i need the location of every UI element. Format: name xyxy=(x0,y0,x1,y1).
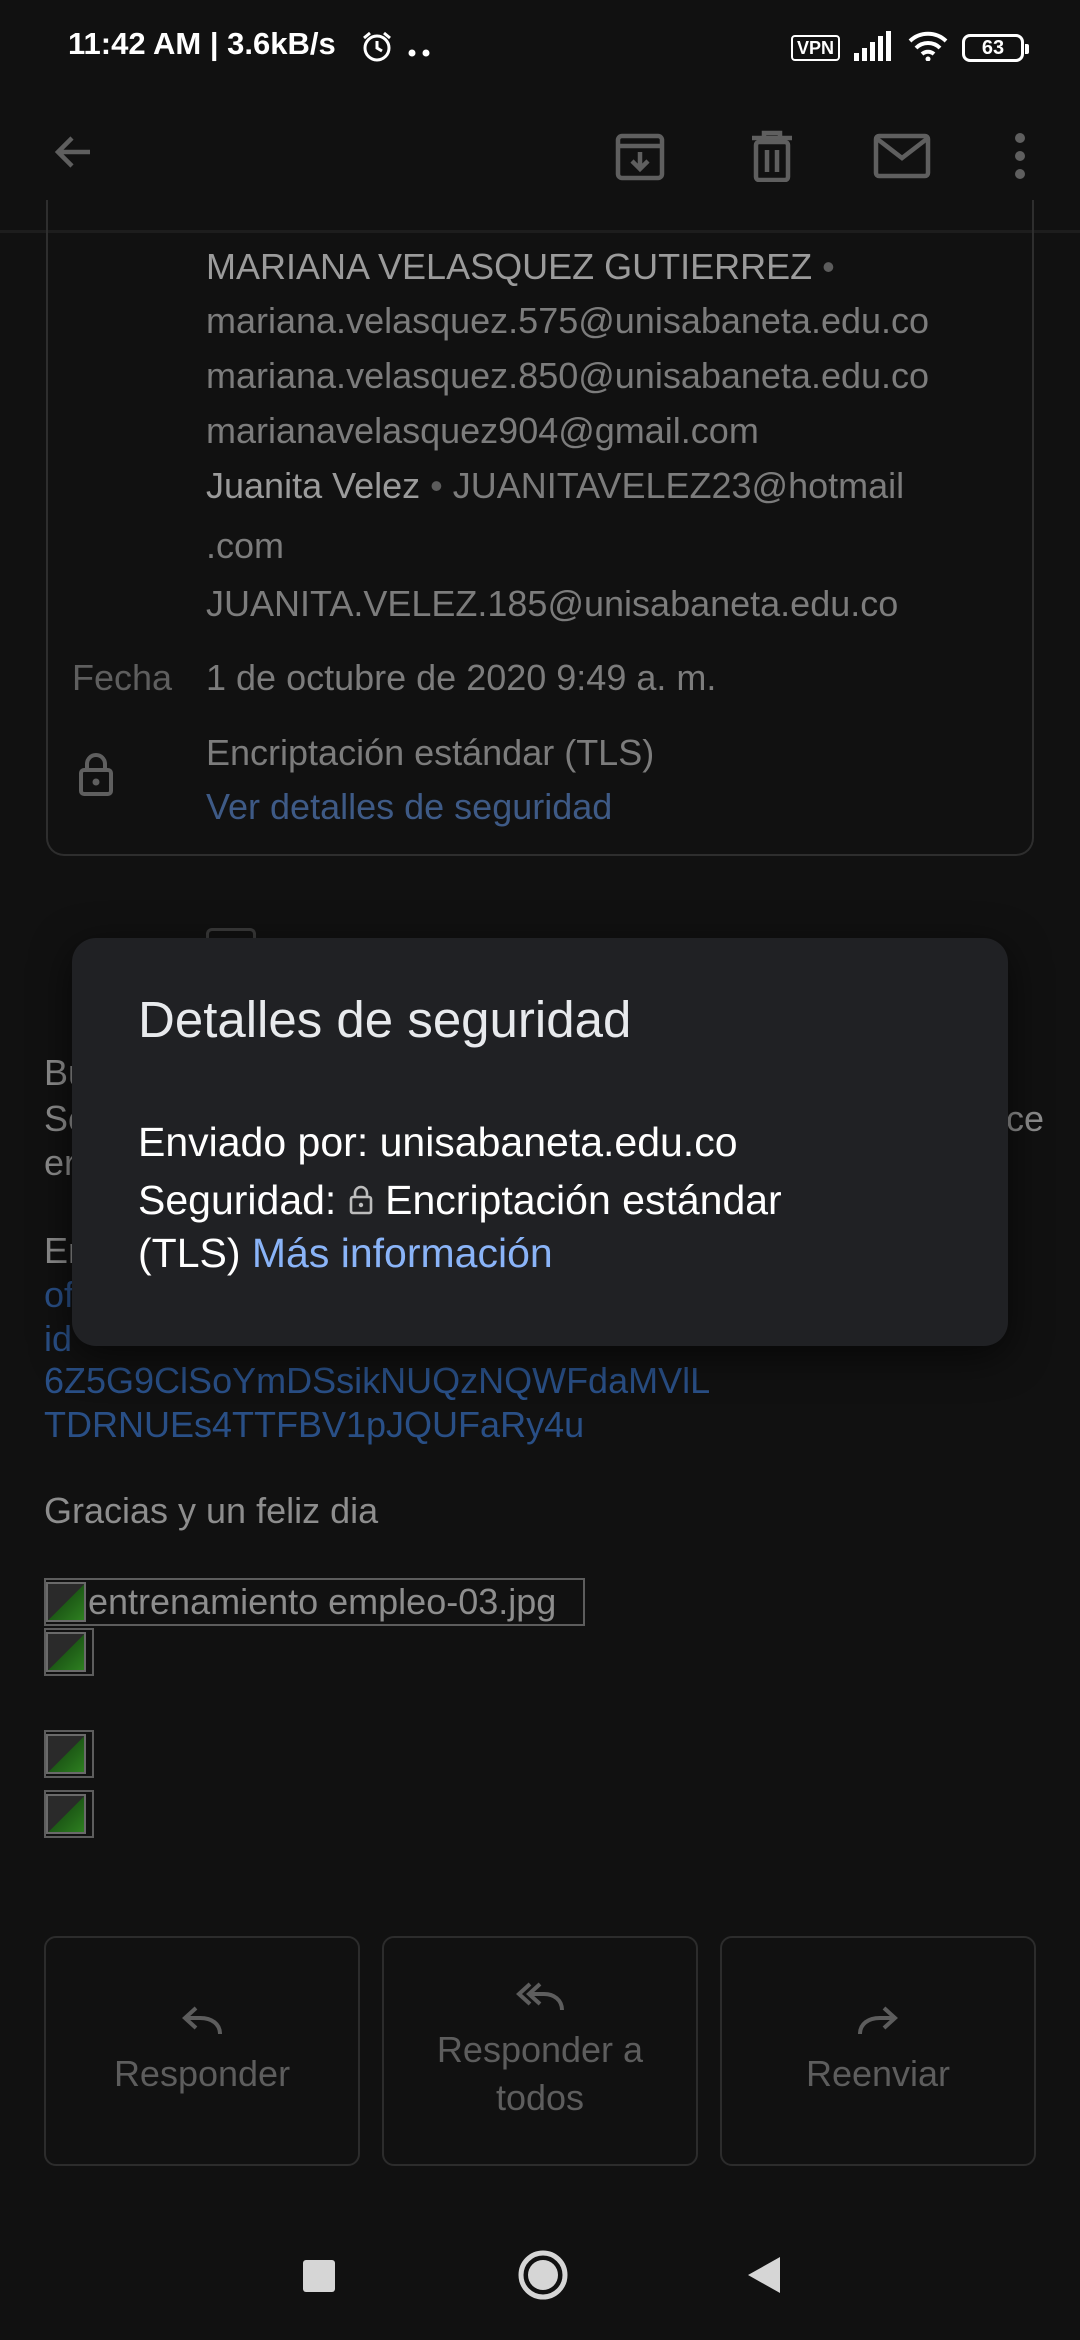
forward-icon xyxy=(858,2006,898,2035)
trash-icon xyxy=(752,130,792,182)
notification-dots-icon xyxy=(408,44,434,62)
encryption-label: Encriptación estándar (TLS) xyxy=(206,732,655,773)
delete-button[interactable] xyxy=(740,124,804,188)
more-options-button[interactable] xyxy=(1000,124,1040,188)
security-label: Seguridad: xyxy=(138,1177,337,1223)
inline-image[interactable] xyxy=(44,1730,94,1778)
security-details-dialog: Detalles de seguridad Enviado por: unisa… xyxy=(72,938,1008,1346)
date-label: Fecha xyxy=(72,657,173,698)
signal-icon xyxy=(854,30,894,66)
home-circle-icon xyxy=(518,2250,568,2300)
recents-button[interactable] xyxy=(303,2260,335,2292)
home-button[interactable] xyxy=(516,2248,570,2307)
body-text-fragment: ce xyxy=(1006,1098,1045,1139)
broken-image-icon xyxy=(46,1794,86,1834)
recipient-name: Juanita Velez xyxy=(206,465,421,506)
mail-icon xyxy=(873,133,931,179)
broken-image-icon xyxy=(46,1734,86,1774)
back-nav-button[interactable] xyxy=(744,2254,784,2301)
triangle-back-icon xyxy=(748,2257,780,2293)
form-link[interactable]: TDRNUEs4TTFBV1pJQUFaRy4u xyxy=(44,1404,584,1446)
form-link[interactable]: id xyxy=(44,1318,72,1360)
security-row-continued: (TLS) Más información xyxy=(138,1230,553,1277)
broken-image-icon xyxy=(46,1582,86,1622)
recipient-row: MARIANA VELASQUEZ GUTIERREZ • xyxy=(206,246,835,287)
back-button[interactable] xyxy=(44,122,104,182)
image-alt-text: entrenamiento empleo-03.jpg xyxy=(88,1581,557,1622)
dialog-title: Detalles de seguridad xyxy=(138,991,632,1048)
reply-all-icon xyxy=(516,1982,564,2011)
reply-button[interactable]: Responder xyxy=(44,1936,360,2166)
broken-image-icon xyxy=(46,1632,86,1672)
battery-indicator: 63 xyxy=(962,34,1029,62)
wifi-icon xyxy=(908,31,948,66)
archive-button[interactable] xyxy=(608,124,672,188)
archive-icon xyxy=(615,133,665,181)
reply-label: Responder xyxy=(113,2053,291,2094)
form-link[interactable]: of xyxy=(44,1274,74,1316)
status-time: 11:42 AM | 3.6kB/s xyxy=(68,26,336,61)
recipient-email[interactable]: mariana.velasquez.575@unisabaneta.edu.co xyxy=(206,300,929,342)
recipient-row: Juanita Velez • JUANITAVELEZ23@hotmail xyxy=(206,465,905,506)
recipient-email[interactable]: JUANITAVELEZ23@hotmail xyxy=(453,465,904,506)
mark-unread-button[interactable] xyxy=(870,124,934,188)
forward-label: Reenviar xyxy=(805,2053,951,2094)
reply-all-button[interactable]: Responder a todos xyxy=(382,1936,698,2166)
vpn-badge: VPN xyxy=(790,35,840,61)
form-link[interactable]: 6Z5G9ClSoYmDSsikNUQzNQWFdaMVlL xyxy=(44,1360,710,1402)
recipient-name: MARIANA VELASQUEZ GUTIERREZ xyxy=(206,246,813,287)
lock-icon xyxy=(348,1177,374,1223)
forward-button[interactable]: Reenviar xyxy=(720,1936,1036,2166)
security-tls: (TLS) xyxy=(138,1230,241,1276)
more-vert-icon xyxy=(1015,133,1025,179)
security-row: Seguridad: Encriptación estándar xyxy=(138,1177,782,1224)
reply-icon xyxy=(182,2006,222,2035)
security-details-link[interactable]: Ver detalles de seguridad xyxy=(206,786,612,828)
inline-image[interactable] xyxy=(44,1628,94,1676)
thanks-text: Gracias y un feliz dia xyxy=(44,1490,379,1531)
alarm-icon xyxy=(360,30,394,69)
recipient-email[interactable]: marianavelasquez904@gmail.com xyxy=(206,410,759,452)
recipient-email-continued[interactable]: .com xyxy=(206,525,284,567)
date-value: 1 de octubre de 2020 9:49 a. m. xyxy=(206,657,717,698)
sent-by-text: Enviado por: unisabaneta.edu.co xyxy=(138,1119,738,1165)
more-info-link[interactable]: Más información xyxy=(252,1230,553,1276)
arrow-left-icon xyxy=(54,136,90,168)
reply-all-label: Responder a todos xyxy=(436,2029,644,2118)
security-value: Encriptación estándar xyxy=(385,1177,782,1223)
inline-image[interactable]: entrenamiento empleo-03.jpg xyxy=(44,1578,585,1626)
recipient-email[interactable]: mariana.velasquez.850@unisabaneta.edu.co xyxy=(206,355,929,397)
lock-icon xyxy=(78,752,114,801)
recipient-email[interactable]: JUANITA.VELEZ.185@unisabaneta.edu.co xyxy=(206,583,898,625)
status-icons: VPN 63 xyxy=(790,28,1029,68)
inline-image[interactable] xyxy=(44,1790,94,1838)
